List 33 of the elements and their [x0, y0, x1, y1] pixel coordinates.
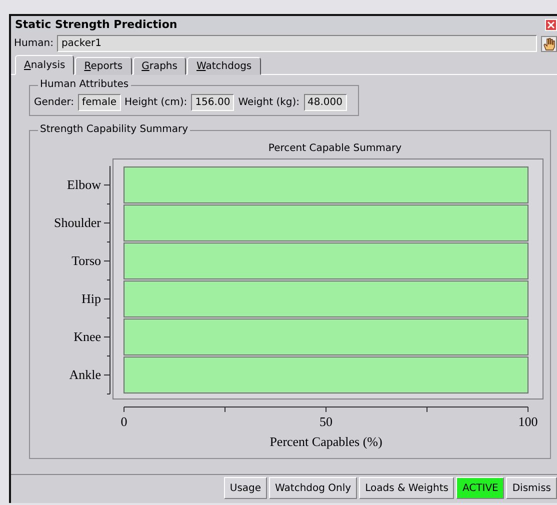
- field-label: Height (cm):: [124, 97, 188, 108]
- status-button[interactable]: Loads & Weights: [359, 477, 454, 499]
- axis-label: Shoulder: [54, 215, 101, 230]
- axis-label: Elbow: [67, 177, 101, 192]
- value-field[interactable]: 156.00: [191, 94, 234, 111]
- tick-label: 100: [518, 414, 538, 429]
- status-button[interactable]: Usage: [224, 477, 268, 499]
- value-field[interactable]: 48.000: [304, 94, 347, 111]
- field-label: Gender:: [34, 97, 74, 108]
- human-label: Human:: [14, 38, 54, 49]
- group-title: Strength Capability Summary: [38, 124, 190, 135]
- tick-label: 50: [320, 414, 332, 429]
- value-field[interactable]: female: [78, 94, 121, 111]
- human-field[interactable]: packer1: [57, 35, 537, 52]
- tab[interactable]: Graphs: [132, 57, 186, 75]
- close-button[interactable]: [545, 18, 557, 30]
- tick-label: 0: [120, 414, 128, 429]
- axis-label: Ankle: [69, 367, 101, 382]
- group-title: Human Attributes: [38, 79, 131, 90]
- tab[interactable]: Reports: [75, 57, 132, 75]
- status-button[interactable]: Dismiss: [506, 477, 557, 499]
- status-button[interactable]: ACTIVE: [456, 477, 504, 499]
- tab[interactable]: Watchdogs: [187, 57, 261, 75]
- tab[interactable]: Analysis: [15, 55, 74, 75]
- window-title: Static Strength Prediction: [15, 18, 178, 31]
- chart-title: Percent Capable Summary: [267, 143, 403, 154]
- status-button[interactable]: Watchdog Only: [269, 477, 358, 499]
- field-label: Weight (kg):: [238, 97, 300, 108]
- axis-label: Torso: [72, 253, 101, 268]
- axis-label: Knee: [74, 329, 101, 344]
- axis-label: Hip: [82, 291, 101, 306]
- hand-button[interactable]: [541, 36, 557, 52]
- axis-title: Percent Capables (%): [270, 434, 382, 449]
